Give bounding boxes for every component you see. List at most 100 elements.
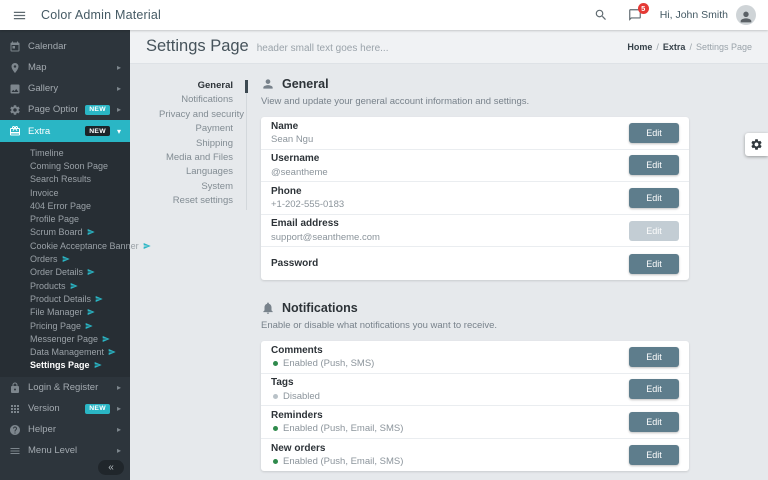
settings-nav-languages[interactable]: Languages (159, 165, 233, 179)
settings-nav-system[interactable]: System (159, 180, 233, 194)
sidebar-item-helper[interactable]: Helper ▸ (0, 419, 130, 440)
submenu-item-file-manager[interactable]: File Manager (0, 306, 130, 319)
sidebar-item-extra[interactable]: Extra NEW ▾ (0, 120, 130, 142)
submenu-item-data-management[interactable]: Data Management (0, 345, 130, 358)
submenu-item-orders[interactable]: Orders (0, 252, 130, 265)
edit-button[interactable]: Edit (629, 188, 679, 208)
edit-button[interactable]: Edit (629, 347, 679, 367)
settings-nav-notifications[interactable]: Notifications (159, 93, 233, 107)
paper-plane-icon (70, 282, 78, 290)
section-title: Notifications (282, 301, 358, 315)
submenu-label: Settings Page (30, 360, 90, 370)
notifications-button[interactable]: 5 (628, 8, 642, 22)
row-label: Password (271, 258, 629, 269)
paper-plane-icon (87, 228, 95, 236)
setting-row-comments: Comments Enabled (Push, SMS) Edit (261, 341, 689, 374)
general-section: General View and update your general acc… (261, 77, 689, 280)
sidebar-collapse-button[interactable]: « (98, 460, 124, 475)
sidebar-item-version[interactable]: Version NEW ▸ (0, 398, 130, 419)
status-text: Enabled (Push, SMS) (283, 358, 374, 369)
settings-nav-privacy-and-security[interactable]: Privacy and security (159, 108, 233, 122)
edit-button[interactable]: Edit (629, 155, 679, 175)
submenu-item-timeline[interactable]: Timeline (0, 146, 130, 159)
gift-icon (9, 125, 21, 137)
submenu-item-scrum-board[interactable]: Scrum Board (0, 226, 130, 239)
menu-lines-icon (9, 445, 21, 457)
settings-nav-reset-settings[interactable]: Reset settings (159, 194, 233, 208)
avatar[interactable] (736, 5, 756, 25)
row-text: Tags Disabled (271, 377, 629, 402)
submenu-label: Scrum Board (30, 227, 83, 237)
submenu-item-products[interactable]: Products (0, 279, 130, 292)
settings-nav-media-and-files[interactable]: Media and Files (159, 151, 233, 165)
theme-settings-button[interactable] (745, 133, 768, 156)
status-dot-disabled (273, 394, 278, 399)
row-text: Email address support@seantheme.com (271, 218, 629, 243)
search-button[interactable] (594, 8, 608, 22)
sidebar: Calendar Map ▸ Gallery ▸ Page Options NE… (0, 30, 130, 480)
submenu-item-order-details[interactable]: Order Details (0, 266, 130, 279)
row-text: Comments Enabled (Push, SMS) (271, 345, 629, 370)
row-value: Disabled (271, 391, 629, 402)
hamburger-menu-icon[interactable] (12, 8, 27, 23)
sidebar-item-gallery[interactable]: Gallery ▸ (0, 78, 130, 99)
edit-button[interactable]: Edit (629, 412, 679, 432)
submenu-item-search-results[interactable]: Search Results (0, 173, 130, 186)
submenu-item-product-details[interactable]: Product Details (0, 292, 130, 305)
chevron-right-icon: ▸ (117, 105, 121, 114)
calendar-icon (9, 41, 21, 53)
status-text: Disabled (283, 391, 320, 402)
breadcrumb: Home / Extra / Settings Page (627, 42, 752, 52)
edit-button[interactable]: Edit (629, 123, 679, 143)
paper-plane-icon (87, 268, 95, 276)
edit-button-disabled: Edit (629, 221, 679, 241)
setting-row-name: Name Sean Ngu Edit (261, 117, 689, 150)
setting-row-tags: Tags Disabled Edit (261, 374, 689, 407)
submenu-label: 404 Error Page (30, 201, 91, 211)
setting-row-password: Password Edit (261, 247, 689, 280)
sidebar-item-label: Page Options (28, 104, 78, 115)
submenu-item-profile-page[interactable]: Profile Page (0, 212, 130, 225)
edit-button[interactable]: Edit (629, 254, 679, 274)
edit-button[interactable]: Edit (629, 379, 679, 399)
sidebar-main-menu: Calendar Map ▸ Gallery ▸ Page Options NE… (0, 30, 130, 142)
sidebar-item-page-options[interactable]: Page Options NEW ▸ (0, 99, 130, 120)
submenu-item-cookie-acceptance-banner[interactable]: Cookie Acceptance Banner (0, 239, 130, 252)
chevron-right-icon: ▸ (117, 404, 121, 413)
breadcrumb-extra[interactable]: Extra (663, 42, 686, 52)
settings-nav-shipping[interactable]: Shipping (159, 137, 233, 151)
setting-row-new-orders: New orders Enabled (Push, Email, SMS) Ed… (261, 439, 689, 472)
sidebar-extra-submenu: Timeline Coming Soon Page Search Results… (0, 142, 130, 377)
submenu-label: Messenger Page (30, 334, 98, 344)
submenu-label: Order Details (30, 267, 83, 277)
settings-nav-payment[interactable]: Payment (159, 122, 233, 136)
person-icon (738, 9, 754, 25)
submenu-item-404-error-page[interactable]: 404 Error Page (0, 199, 130, 212)
page-subtitle: header small text goes here... (257, 40, 389, 54)
submenu-item-pricing-page[interactable]: Pricing Page (0, 319, 130, 332)
submenu-item-invoice[interactable]: Invoice (0, 186, 130, 199)
row-label: Tags (271, 377, 629, 388)
submenu-item-messenger-page[interactable]: Messenger Page (0, 332, 130, 345)
breadcrumb-home[interactable]: Home (627, 42, 652, 52)
chevron-right-icon: ▸ (117, 63, 121, 72)
sidebar-item-calendar[interactable]: Calendar (0, 36, 130, 57)
settings-nav-general[interactable]: General (159, 79, 233, 93)
breadcrumb-separator: / (689, 42, 692, 52)
row-value: Enabled (Push, Email, SMS) (271, 423, 629, 434)
sidebar-item-map[interactable]: Map ▸ (0, 57, 130, 78)
lock-icon (9, 382, 21, 394)
breadcrumb-current: Settings Page (696, 42, 752, 52)
submenu-item-settings-page[interactable]: Settings Page (0, 359, 130, 372)
submenu-label: Cookie Acceptance Banner (30, 241, 139, 251)
settings-sections: General View and update your general acc… (261, 77, 689, 480)
sidebar-item-menu-level[interactable]: Menu Level ▸ (0, 440, 130, 461)
submenu-item-coming-soon-page[interactable]: Coming Soon Page (0, 159, 130, 172)
row-text: Password (271, 258, 629, 269)
paper-plane-icon (95, 295, 103, 303)
paper-plane-icon (108, 348, 116, 356)
submenu-label: Timeline (30, 148, 64, 158)
sidebar-item-login-register[interactable]: Login & Register ▸ (0, 377, 130, 398)
row-label: Email address (271, 218, 629, 229)
edit-button[interactable]: Edit (629, 445, 679, 465)
